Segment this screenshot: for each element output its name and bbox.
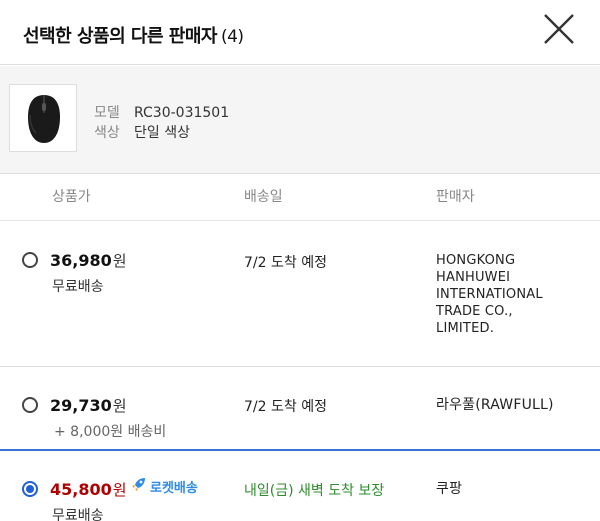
shipping-note: 무료배송 [52, 508, 104, 521]
seller-count: (4) [220, 27, 244, 47]
rocket-icon [131, 476, 147, 496]
rocket-delivery-badge: 로켓배송 [131, 476, 198, 496]
color-value: 단일 색상 [134, 125, 190, 141]
offer-radio[interactable] [22, 397, 38, 413]
offer-row[interactable]: 36,980원 무료배송 7/2 도착 예정 HONGKONG HANHUWEI… [0, 221, 600, 367]
seller-name: HONGKONG HANHUWEI INTERNATIONAL TRADE CO… [436, 253, 543, 336]
color-info: 색상 단일 색상 [94, 122, 190, 142]
model-value: RC30-031501 [134, 105, 230, 121]
delivery-date: 7/2 도착 예정 [244, 399, 327, 415]
model-info: 모델 RC30-031501 [94, 102, 229, 122]
offer-price: 36,980원 [50, 251, 127, 270]
color-label: 색상 [94, 125, 120, 141]
dialog-title: 선택한 상품의 다른 판매자 (4) [23, 26, 244, 47]
column-header-seller: 판매자 [436, 189, 475, 205]
product-summary: 모델 RC30-031501 색상 단일 색상 [0, 66, 600, 174]
close-button[interactable] [539, 9, 579, 49]
offer-radio[interactable] [22, 481, 38, 497]
offer-price: 45,800원 [50, 480, 127, 499]
shipping-note: 무료배송 [52, 279, 104, 295]
offer-row-selected[interactable]: 45,800원 로켓배송 무료배송 내일(금) 새벽 도착 보장 쿠팡 [0, 449, 600, 521]
delivery-date: 내일(금) 새벽 도착 보장 [244, 483, 385, 499]
seller-name: 쿠팡 [436, 481, 463, 497]
offer-row[interactable]: 29,730원 + 8,000원 배송비 7/2 도착 예정 라우풀(RAWFU… [0, 367, 600, 449]
shipping-fee: + 8,000원 배송비 [54, 424, 167, 440]
product-thumbnail [9, 84, 77, 152]
offer-price: 29,730원 [50, 396, 127, 415]
offer-radio[interactable] [22, 252, 38, 268]
column-header-price: 상품가 [52, 189, 91, 205]
mouse-icon [28, 95, 60, 143]
model-label: 모델 [94, 105, 120, 121]
dialog-header: 선택한 상품의 다른 판매자 (4) [0, 0, 600, 65]
delivery-date: 7/2 도착 예정 [244, 255, 327, 271]
column-header-delivery: 배송일 [244, 189, 283, 205]
seller-name: 라우풀(RAWFULL) [436, 397, 554, 413]
close-icon [544, 14, 574, 44]
